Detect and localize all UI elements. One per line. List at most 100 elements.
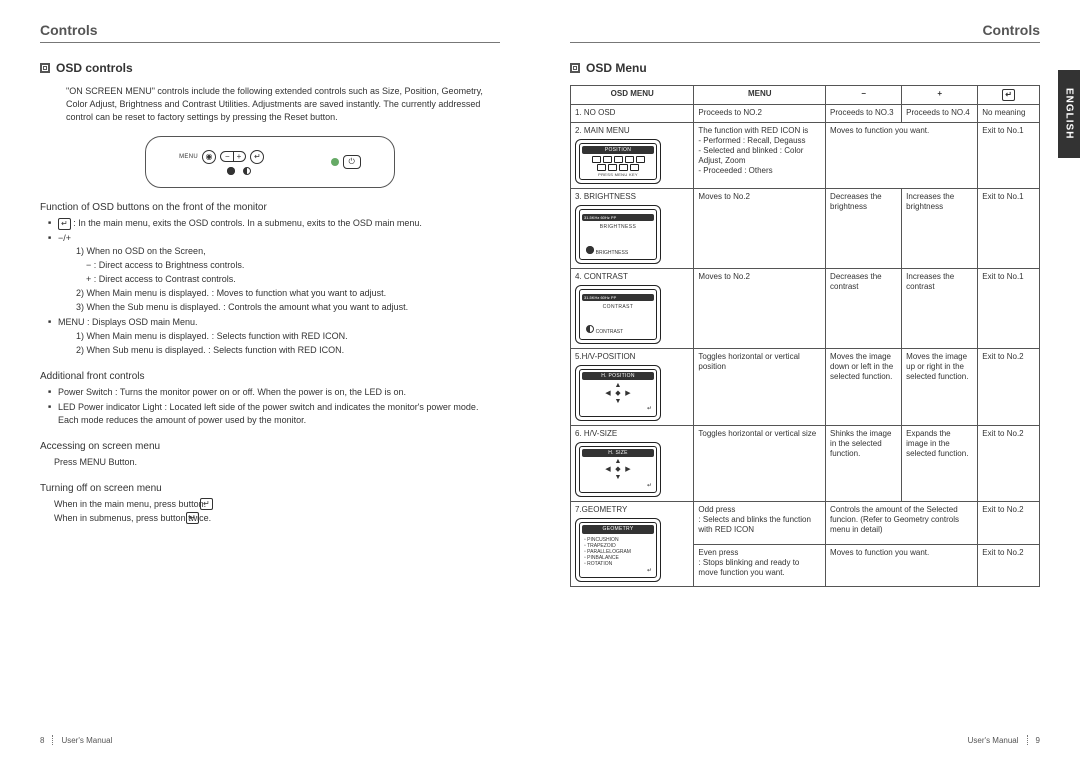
enter-button-icon: ↵ [250, 150, 264, 164]
menu-cell: Toggles horizontal or vertical position [694, 348, 826, 425]
osd-menu-table: OSD MENU MENU − + ↵ 1. NO OSDProceeds to… [570, 85, 1040, 587]
menu-cell: Proceeds to NO.2 [694, 105, 826, 123]
exit-cell: No meaning [978, 105, 1040, 123]
osd-cell: 4. CONTRAST 31.5KHz 60Hz PP CONTRAST CON… [571, 269, 694, 349]
table-row: 6. H/V-SIZE H. SIZE ▲ ◀◆▶ ▼ ↵ Toggles ho… [571, 425, 1040, 502]
minus-cell: Moves the image down or left in the sele… [826, 348, 902, 425]
osd-cell: 3. BRIGHTNESS 31.5KHz 60Hz PP BRIGHTNESS… [571, 189, 694, 269]
square-icon [40, 63, 50, 73]
enter-icon: ↵ [1002, 89, 1015, 101]
exit-cell: Exit to No.1 [978, 269, 1040, 349]
exit-cell: Exit to No.2 [978, 544, 1040, 586]
brightness-icon [227, 167, 235, 175]
table-header-row: OSD MENU MENU − + ↵ [571, 86, 1040, 105]
minus-plus-buttons-icon: −+ [220, 151, 246, 162]
left-footer-text: User's Manual [61, 736, 112, 745]
accessing-menu-heading: Accessing on screen menu [40, 441, 500, 452]
right-footer: User's Manual 9 [968, 735, 1040, 745]
exit-cell: Exit to No.2 [978, 425, 1040, 502]
plus-cell: Increases the contrast [902, 269, 978, 349]
plus-minus-label: −/+ [58, 233, 71, 243]
menu-cell: Odd press: Selects and blinks the functi… [694, 502, 826, 544]
enter-icon: ↵ [58, 218, 71, 230]
minus-plus-cell: Moves to function you want. [826, 544, 978, 586]
menu-cell: Even press: Stops blinking and ready to … [694, 544, 826, 586]
function-bullets: ↵ : In the main menu, exits the OSD cont… [40, 217, 500, 356]
accessing-menu-text: Press MENU Button. [40, 456, 500, 469]
osd-cell: 6. H/V-SIZE H. SIZE ▲ ◀◆▶ ▼ ↵ [571, 425, 694, 502]
menu-bullet: MENU : Displays OSD main Menu. 1) When M… [48, 316, 500, 356]
osd-cell: 1. NO OSD [571, 105, 694, 123]
exit-cell: Exit to No.1 [978, 189, 1040, 269]
running-head-left: Controls [40, 22, 500, 43]
th-minus: − [826, 86, 902, 105]
table-row: 3. BRIGHTNESS 31.5KHz 60Hz PP BRIGHTNESS… [571, 189, 1040, 269]
exit-cell: Exit to No.1 [978, 123, 1040, 189]
pm-line-1: 1) When no OSD on the Screen, [76, 245, 500, 258]
plus-cell: Expands the image in the selected functi… [902, 425, 978, 502]
pm-line-2: 2) When Main menu is displayed. : Moves … [76, 287, 500, 300]
th-menu: MENU [694, 86, 826, 105]
osd-controls-heading: OSD controls [40, 61, 500, 75]
menu-button-label: MENU [179, 154, 198, 160]
menu-cell: The function with RED ICON is- Performed… [694, 123, 826, 189]
menu-bullet-head: MENU : Displays OSD main Menu. [58, 317, 198, 327]
th-plus: + [902, 86, 978, 105]
minus-cell: Decreases the contrast [826, 269, 902, 349]
plus-cell: Proceeds to NO.4 [902, 105, 978, 123]
right-page-number: 9 [1036, 736, 1040, 745]
th-enter: ↵ [978, 86, 1040, 105]
exit-cell: Exit to No.2 [978, 502, 1040, 544]
menu-line-2: 2) When Sub menu is displayed. : Selects… [76, 344, 500, 357]
turning-off-heading: Turning off on screen menu [40, 483, 500, 494]
plus-minus-bullet: −/+ 1) When no OSD on the Screen, − : Di… [48, 232, 500, 314]
led-indicator-bullet: LED Power indicator Light : Located left… [48, 401, 500, 427]
square-icon [570, 63, 580, 73]
table-row: 7.GEOMETRY GEOMETRY ▫ PINCUSHION▫ TRAPEZ… [571, 502, 1040, 544]
language-tab: ENGLISH [1058, 70, 1080, 158]
power-button-icon: ⏻ [343, 155, 361, 169]
minus-cell: Proceeds to NO.3 [826, 105, 902, 123]
table-row: 5.H/V-POSITION H. POSITION ▲ ◀◆▶ ▼ ↵ Tog… [571, 348, 1040, 425]
pm-line-1b: + : Direct access to Contrast controls. [76, 273, 500, 286]
minus-cell: Shinks the image in the selected functio… [826, 425, 902, 502]
minus-plus-cell: Controls the amount of the Selected func… [826, 502, 978, 544]
menu-button-icon: ◉ [202, 150, 216, 164]
menu-line-1: 1) When Main menu is displayed. : Select… [76, 330, 500, 343]
right-page: Controls ENGLISH OSD Menu OSD MENU MENU … [540, 0, 1080, 763]
right-footer-text: User's Manual [968, 736, 1019, 745]
osd-cell: 5.H/V-POSITION H. POSITION ▲ ◀◆▶ ▼ ↵ [571, 348, 694, 425]
left-footer: 8 User's Manual [40, 735, 112, 745]
additional-controls-heading: Additional front controls [40, 371, 500, 382]
menu-cell: Moves to No.2 [694, 189, 826, 269]
front-button-panel-figure: MENU ◉ −+ ↵ ⏻ [145, 136, 395, 188]
geometry-figure: GEOMETRY ▫ PINCUSHION▫ TRAPEZOID▫ PARALL… [575, 518, 661, 582]
brightness-figure: 31.5KHz 60Hz PP BRIGHTNESS BRIGHTNESS [575, 205, 661, 264]
left-page-number: 8 [40, 736, 44, 745]
osd-menu-heading-text: OSD Menu [586, 61, 647, 75]
osd-cell: 2. MAIN MENU POSITION PRESS MENU KEY [571, 123, 694, 189]
turning-off-line-1: When in the main menu, press button.↵ [54, 498, 500, 511]
th-osd-menu: OSD MENU [571, 86, 694, 105]
power-switch-bullet: Power Switch : Turns the monitor power o… [48, 386, 500, 399]
intro-paragraph: "ON SCREEN MENU" controls include the fo… [40, 85, 500, 124]
contrast-figure: 31.5KHz 60Hz PP CONTRAST CONTRAST [575, 285, 661, 344]
power-led-icon [331, 158, 339, 166]
pm-line-1a: − : Direct access to Brightness controls… [76, 259, 500, 272]
enter-icon: ↵ [186, 512, 199, 524]
table-row: 2. MAIN MENU POSITION PRESS MENU KEY The… [571, 123, 1040, 189]
pm-line-3: 3) When the Sub menu is displayed. : Con… [76, 301, 500, 314]
osd-cell: 7.GEOMETRY GEOMETRY ▫ PINCUSHION▫ TRAPEZ… [571, 502, 694, 587]
osd-menu-heading: OSD Menu [570, 61, 1040, 75]
enter-bullet-text: : In the main menu, exits the OSD contro… [73, 218, 422, 228]
contrast-icon [243, 167, 251, 175]
turning-off-line-2: When in submenus, press button twice.↵ [54, 512, 500, 525]
position-figure: H. SIZE ▲ ◀◆▶ ▼ ↵ [575, 442, 661, 498]
menu-cell: Toggles horizontal or vertical size [694, 425, 826, 502]
exit-cell: Exit to No.2 [978, 348, 1040, 425]
plus-cell: Moves the image up or right in the selec… [902, 348, 978, 425]
plus-cell: Increases the brightness [902, 189, 978, 269]
running-head-right: Controls [570, 22, 1040, 43]
enter-bullet: ↵ : In the main menu, exits the OSD cont… [48, 217, 500, 230]
table-row: 4. CONTRAST 31.5KHz 60Hz PP CONTRAST CON… [571, 269, 1040, 349]
